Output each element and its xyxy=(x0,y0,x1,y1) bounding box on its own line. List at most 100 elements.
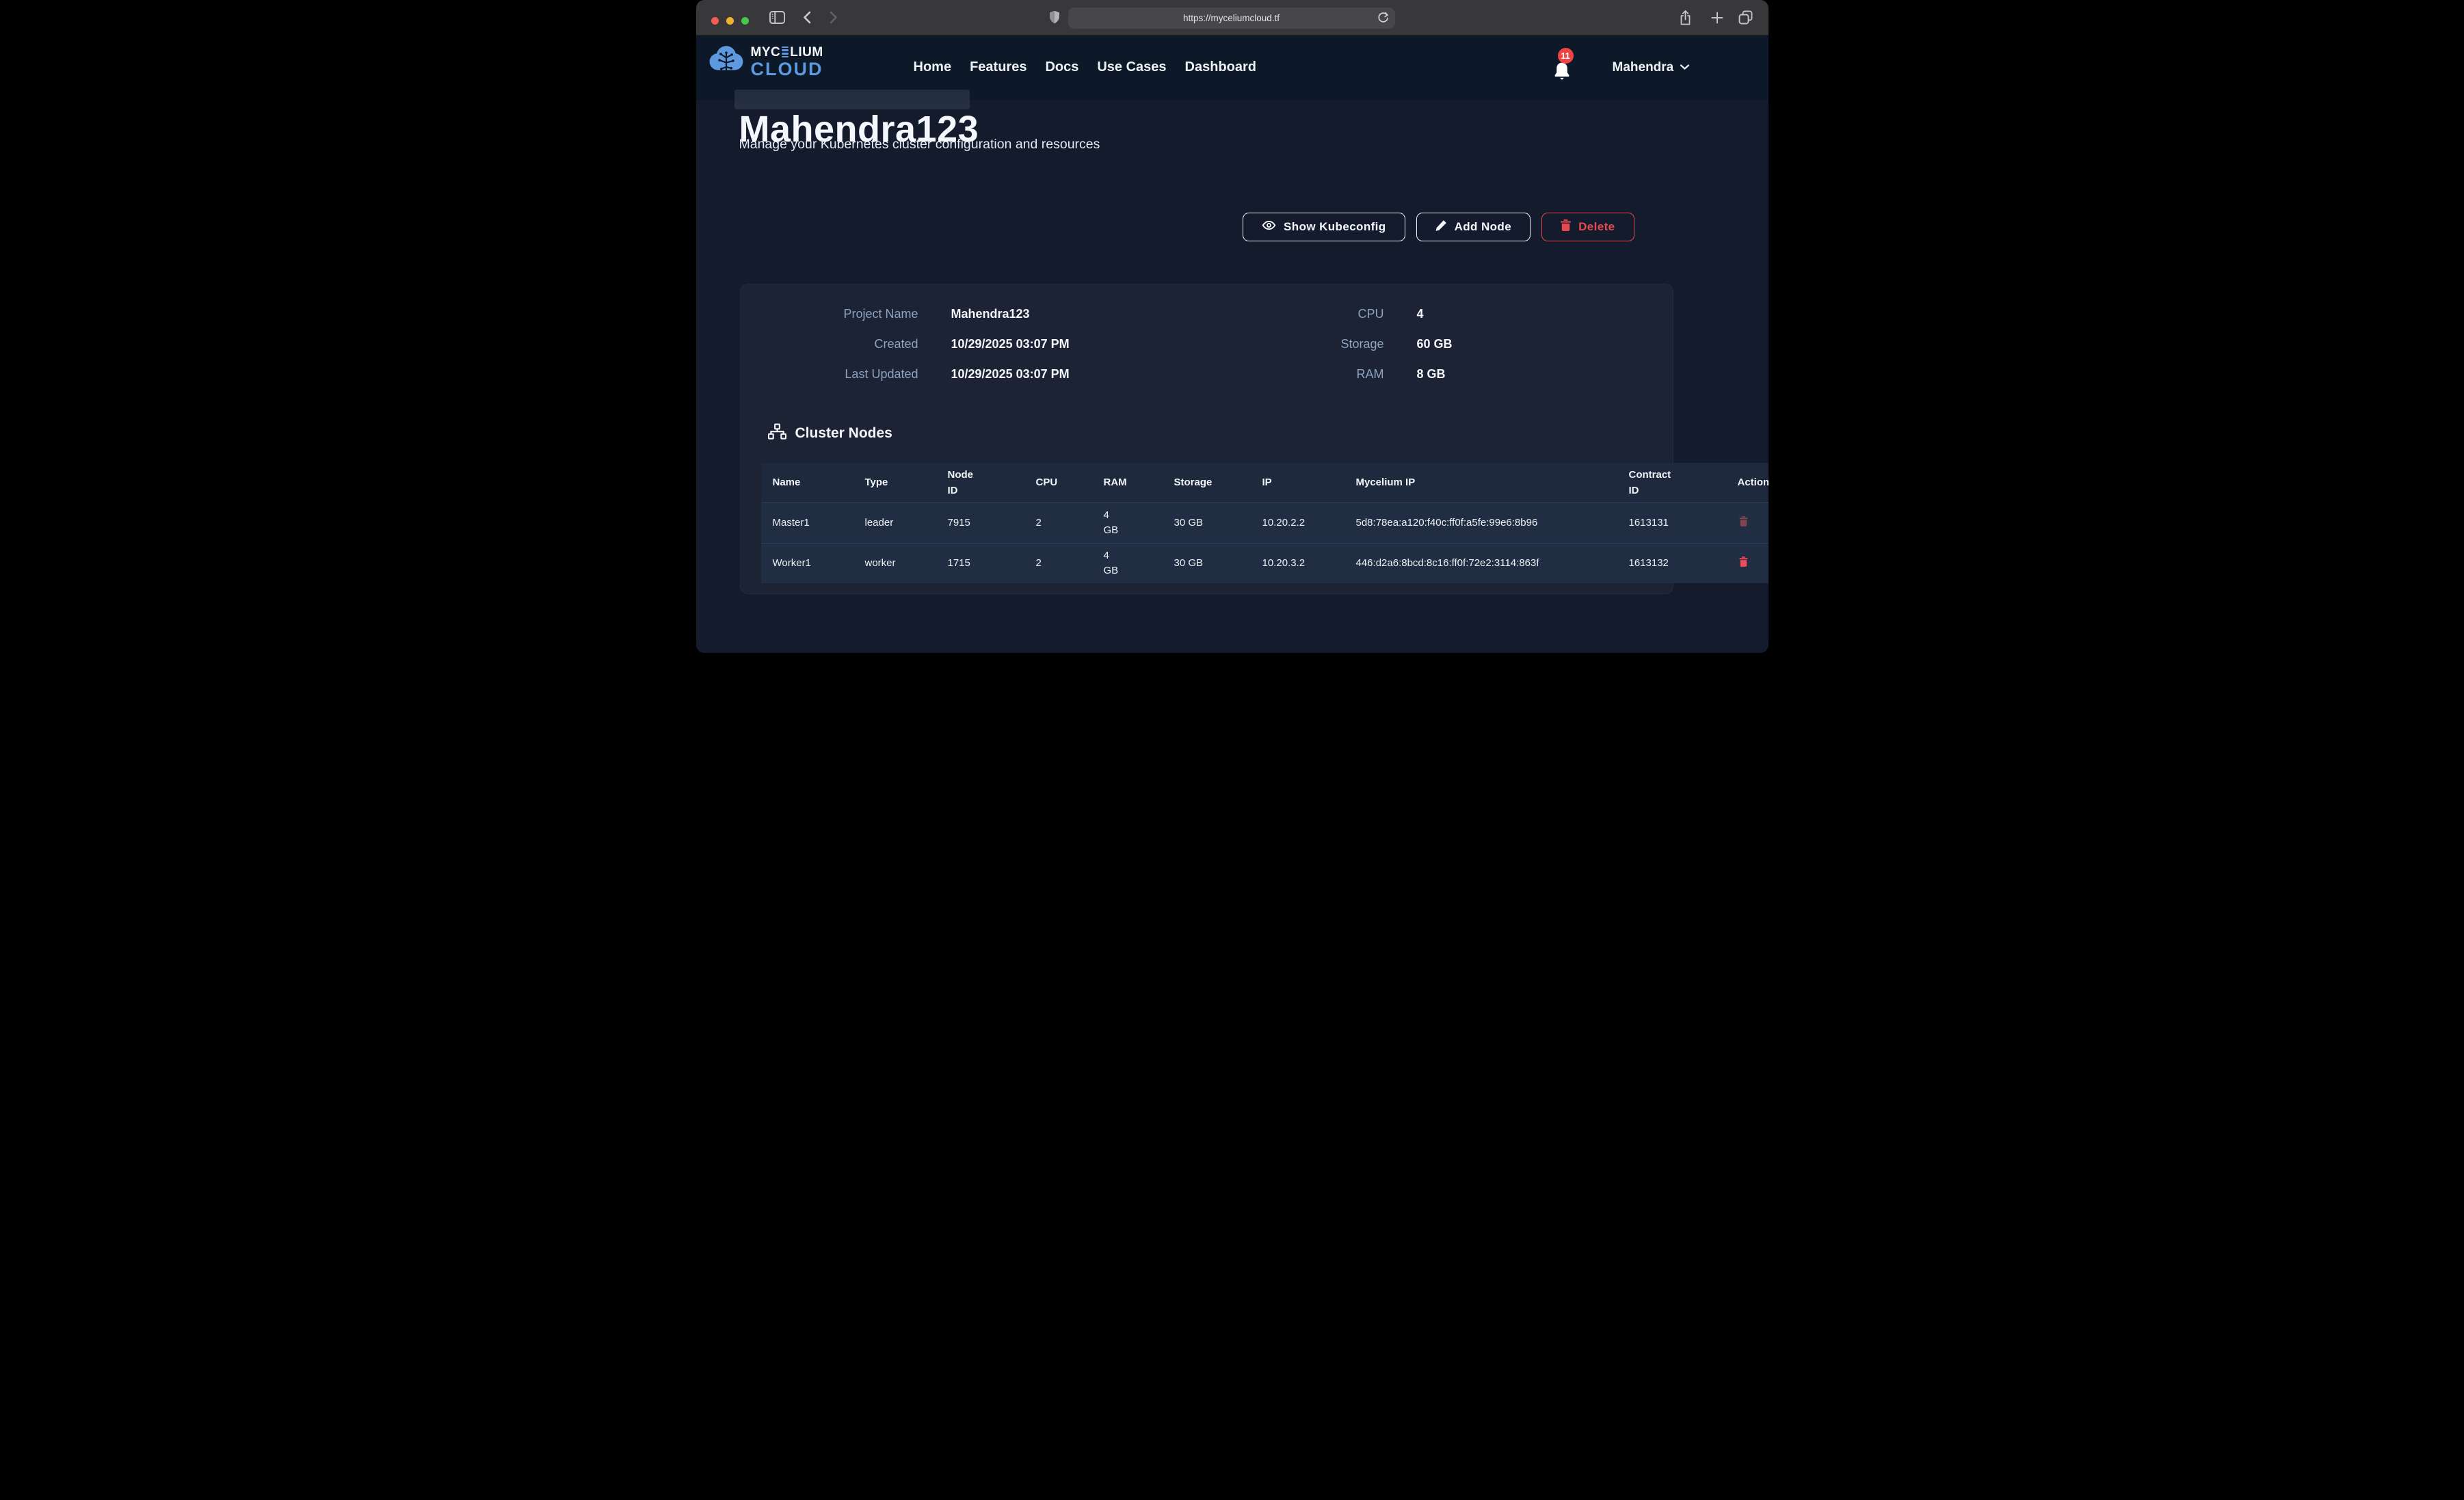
delete-cluster-button[interactable]: Delete xyxy=(1541,213,1634,241)
cell-ip: 10.20.2.2 xyxy=(1251,503,1344,544)
cell-name: Worker1 xyxy=(761,544,853,584)
notification-badge: 11 xyxy=(1558,48,1574,64)
cell-type: worker xyxy=(853,544,936,584)
col-ram: RAM xyxy=(1092,463,1163,503)
cell-cpu: 2 xyxy=(1024,503,1092,544)
trash-icon xyxy=(1561,219,1571,235)
brand-wordmark: MYC LIUM CLOUD xyxy=(751,46,823,79)
browser-toolbar: https://myceliumcloud.tf xyxy=(696,0,1768,36)
col-mycelium-ip: Mycelium IP xyxy=(1344,463,1617,503)
col-storage: Storage xyxy=(1163,463,1251,503)
sitemap-icon xyxy=(768,423,786,443)
col-contract-id: Contract ID xyxy=(1617,463,1726,503)
chevron-down-icon xyxy=(1680,62,1690,74)
cell-node-id: 1715 xyxy=(936,544,1024,584)
stylized-e-icon xyxy=(782,46,789,57)
table-row: Worker1 worker 1715 2 4 GB 30 GB 10.20.3… xyxy=(761,544,1768,584)
minimize-window-button[interactable] xyxy=(726,17,734,25)
ram-value: 8 GB xyxy=(1417,367,1453,381)
page-subtitle: Manage your Kubernetes cluster configura… xyxy=(739,137,1100,152)
brand-myc: MYC xyxy=(751,46,781,59)
cell-actions xyxy=(1726,544,1768,584)
project-details-left: Project Name Mahendra123 Created 10/29/2… xyxy=(754,307,1070,381)
user-menu[interactable]: Mahendra xyxy=(1613,35,1691,100)
cell-mycelium-ip: 5d8:78ea:a120:f40c:ff0f:a5fe:99e6:8b96 xyxy=(1344,503,1617,544)
col-cpu: CPU xyxy=(1024,463,1092,503)
reload-icon[interactable] xyxy=(1377,12,1389,28)
cluster-nodes-table: Name Type Node ID CPU RAM Storage IP Myc… xyxy=(761,463,1768,583)
cell-type: leader xyxy=(853,503,936,544)
brand-logo[interactable]: MYC LIUM CLOUD xyxy=(707,44,823,80)
delete-label: Delete xyxy=(1578,220,1615,234)
back-button[interactable] xyxy=(799,0,815,35)
project-name-value: Mahendra123 xyxy=(951,307,1070,321)
storage-label: Storage xyxy=(1271,337,1384,351)
delete-node-button[interactable] xyxy=(1738,515,1749,528)
cell-node-id: 7915 xyxy=(936,503,1024,544)
created-label: Created xyxy=(754,337,918,351)
storage-value: 60 GB xyxy=(1417,337,1453,351)
col-name: Name xyxy=(761,463,853,503)
cell-ip: 10.20.3.2 xyxy=(1251,544,1344,584)
cpu-value: 4 xyxy=(1417,307,1453,321)
address-bar[interactable]: https://myceliumcloud.tf xyxy=(1068,8,1395,29)
cell-contract-id: 1613132 xyxy=(1617,544,1726,584)
nav-link-dashboard[interactable]: Dashboard xyxy=(1185,59,1256,75)
cell-storage: 30 GB xyxy=(1163,544,1251,584)
cell-ram: 4 GB xyxy=(1092,503,1163,544)
nav-link-docs[interactable]: Docs xyxy=(1045,59,1078,75)
bell-icon xyxy=(1553,62,1571,84)
cell-mycelium-ip: 446:d2a6:8bcd:8c16:ff0f:72e2:3114:863f xyxy=(1344,544,1617,584)
trash-icon xyxy=(1739,559,1748,569)
tab-overview-button[interactable] xyxy=(1736,0,1756,35)
mycelium-cloud-logo-icon xyxy=(707,44,745,80)
cluster-nodes-heading: Cluster Nodes xyxy=(768,423,892,443)
last-updated-label: Last Updated xyxy=(754,367,918,381)
eye-icon xyxy=(1262,220,1276,234)
cpu-label: CPU xyxy=(1271,307,1384,321)
cell-cpu: 2 xyxy=(1024,544,1092,584)
cell-storage: 30 GB xyxy=(1163,503,1251,544)
nav-link-use-cases[interactable]: Use Cases xyxy=(1097,59,1166,75)
share-button[interactable] xyxy=(1677,0,1695,35)
col-type: Type xyxy=(853,463,936,503)
add-node-label: Add Node xyxy=(1455,220,1511,234)
cluster-actions: Show Kubeconfig Add Node Delete xyxy=(1243,213,1634,241)
nav-link-home[interactable]: Home xyxy=(914,59,952,75)
show-kubeconfig-label: Show Kubeconfig xyxy=(1284,220,1386,234)
window-controls xyxy=(711,17,749,25)
url-text: https://myceliumcloud.tf xyxy=(1183,13,1280,23)
cell-ram: 4 GB xyxy=(1092,544,1163,584)
cell-actions xyxy=(1726,503,1768,544)
add-node-button[interactable]: Add Node xyxy=(1416,213,1531,241)
privacy-blur-overlay xyxy=(734,90,970,109)
col-ip: IP xyxy=(1251,463,1344,503)
new-tab-button[interactable] xyxy=(1708,0,1726,35)
forward-button[interactable] xyxy=(825,0,842,35)
zoom-window-button[interactable] xyxy=(741,17,749,25)
delete-node-button[interactable] xyxy=(1738,555,1749,568)
brand-cloud: CLOUD xyxy=(751,60,823,79)
cluster-details-panel: Project Name Mahendra123 Created 10/29/2… xyxy=(740,284,1673,594)
pencil-icon xyxy=(1435,219,1447,235)
project-name-label: Project Name xyxy=(754,307,918,321)
close-window-button[interactable] xyxy=(711,17,719,25)
trash-icon xyxy=(1739,518,1748,528)
notifications-button[interactable]: 11 xyxy=(1550,55,1582,90)
ram-label: RAM xyxy=(1271,367,1384,381)
nav-link-features[interactable]: Features xyxy=(970,59,1026,75)
col-actions: Actions xyxy=(1726,463,1768,503)
privacy-shield-icon xyxy=(1045,0,1064,35)
project-details-right: CPU 4 Storage 60 GB RAM 8 GB xyxy=(1271,307,1453,381)
table-row: Master1 leader 7915 2 4 GB 30 GB 10.20.2… xyxy=(761,503,1768,544)
cell-contract-id: 1613131 xyxy=(1617,503,1726,544)
cell-name: Master1 xyxy=(761,503,853,544)
brand-lium: LIUM xyxy=(790,46,823,59)
table-header-row: Name Type Node ID CPU RAM Storage IP Myc… xyxy=(761,463,1768,503)
cluster-nodes-title: Cluster Nodes xyxy=(795,425,892,442)
sidebar-toggle-button[interactable] xyxy=(769,0,786,35)
created-value: 10/29/2025 03:07 PM xyxy=(951,337,1070,351)
user-name: Mahendra xyxy=(1613,60,1674,75)
browser-window: Mahendra123 Manage your Kubernetes clust… xyxy=(696,0,1768,653)
show-kubeconfig-button[interactable]: Show Kubeconfig xyxy=(1243,213,1405,241)
